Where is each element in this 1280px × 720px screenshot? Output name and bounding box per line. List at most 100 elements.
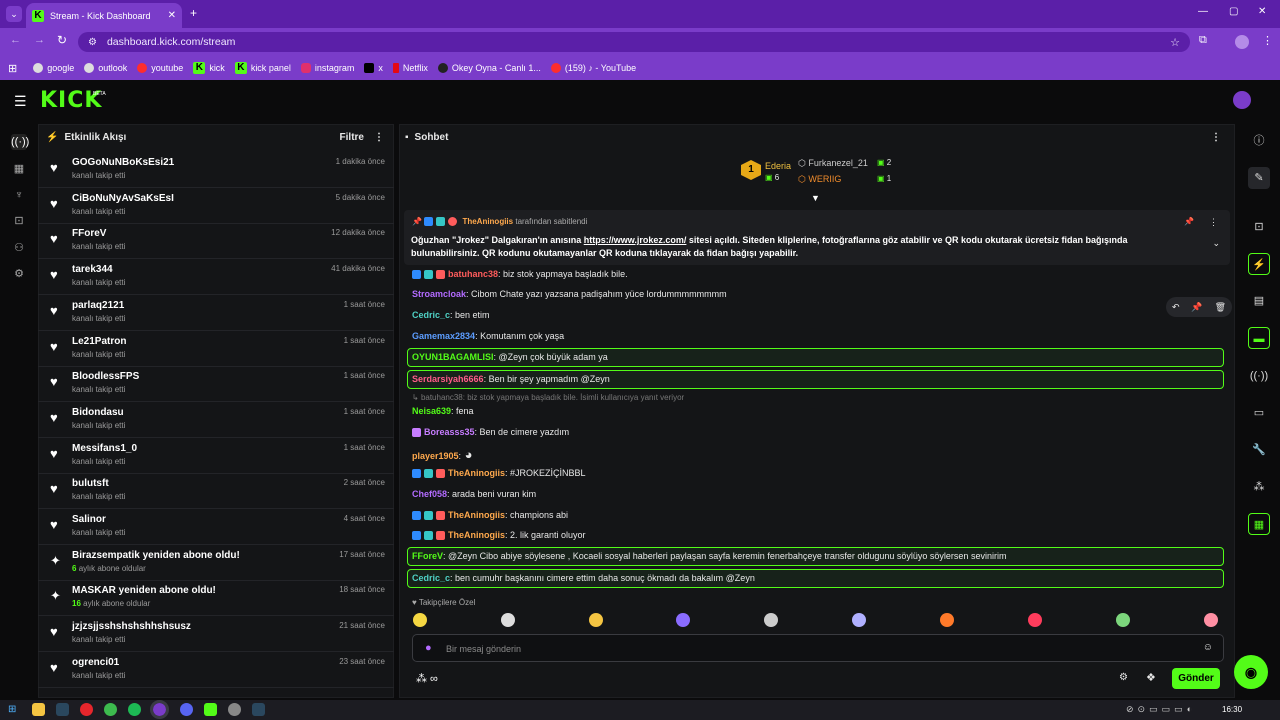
chat-message[interactable]: batuhanc38: biz stok yapmaya başladık bi… <box>412 269 628 280</box>
browser-tab[interactable]: K Stream - Kick Dashboard ✕ <box>26 3 182 28</box>
activity-user[interactable]: Le21Patron <box>72 336 126 347</box>
forward-arrow-icon[interactable]: → <box>34 34 45 46</box>
activity-user[interactable]: BloodlessFPS <box>72 371 139 382</box>
chat-message[interactable]: FForeV: @Zeyn Cibo abiye söylesene , Koc… <box>412 551 1006 561</box>
chrome-active-icon[interactable] <box>150 700 169 719</box>
activity-item[interactable]: ♥ jzjzsjjsshshshshhshsusz kanalı takip ett… <box>38 616 394 653</box>
back-arrow-icon[interactable]: ← <box>10 34 21 46</box>
chat-message[interactable]: Boreasss35: Ben de cimere yazdım <box>412 427 569 438</box>
expand-chevron-icon[interactable]: ⌄ <box>1212 238 1220 249</box>
notes-icon[interactable]: ▤ <box>1248 290 1270 312</box>
layout-icon[interactable]: ▭ <box>1248 402 1270 424</box>
chat-message[interactable]: Neisa639: fena <box>412 406 474 416</box>
chat-username[interactable]: Cedric_c <box>412 310 450 320</box>
activity-user[interactable]: bulutsft <box>72 478 109 489</box>
url-bar[interactable]: ⚙ dashboard.kick.com/stream ☆ <box>78 32 1190 52</box>
leader-second[interactable]: ⬡ Furkanezel_21 <box>798 158 868 169</box>
unpin-icon[interactable]: 📌 <box>1184 217 1194 226</box>
chat-username[interactable]: TheAninogiis <box>448 510 505 520</box>
bookmark-okey[interactable]: Okey Oyna - Canlı 1... <box>437 63 541 73</box>
chat-username[interactable]: OYUN1BAGAMLISI <box>412 352 494 362</box>
emote-icon[interactable] <box>940 613 954 627</box>
chat-username[interactable]: Stroamcloak <box>412 289 466 299</box>
chat-message[interactable]: Serdarsiyah6666: Ben bir şey yapmadım @Z… <box>412 374 610 384</box>
settings-icon[interactable]: ⚙ <box>11 266 27 282</box>
activity-item[interactable]: ♥ bulutsft kanalı takip etti 2 saat önce <box>38 473 394 510</box>
activity-user[interactable]: parlaq2121 <box>72 300 124 311</box>
chat-message[interactable]: Gamemax2834: Komutanım çok yaşa <box>412 331 564 341</box>
apps-grid-icon[interactable]: ⊞ <box>8 62 17 75</box>
chat-message[interactable]: Chef058: arada beni vuran kim <box>412 489 536 499</box>
extensions-icon[interactable]: ⧉ <box>1199 34 1207 47</box>
chat-username[interactable]: Boreasss35 <box>424 427 475 437</box>
maximize-button[interactable]: ▢ <box>1229 6 1238 17</box>
chat-message[interactable]: Cedric_c: ben cumuhr başkanını cimere et… <box>412 573 755 583</box>
activity-user[interactable]: Messifans1_0 <box>72 443 137 454</box>
collapse-arrow-icon[interactable]: ▼ <box>811 193 820 203</box>
info-icon[interactable]: ⓘ <box>1248 130 1270 152</box>
chat-username[interactable]: Chef058 <box>412 489 447 499</box>
bookmark-outlook[interactable]: outlook <box>84 63 127 73</box>
site-info-icon[interactable]: ⚙ <box>88 37 97 48</box>
emote-icon[interactable] <box>852 613 866 627</box>
send-button[interactable]: Gönder <box>1172 668 1220 689</box>
file-explorer-icon[interactable] <box>32 703 45 716</box>
system-tray-icons[interactable]: ⊘⊙▭▭▭◐ <box>1126 704 1196 715</box>
bookmark-netflix[interactable]: Netflix <box>392 63 428 73</box>
spotify-icon[interactable] <box>128 703 141 716</box>
chat-message[interactable]: player1905: ◕ <box>412 447 473 462</box>
hamburger-menu-icon[interactable]: ☰ <box>14 93 27 110</box>
new-tab-button[interactable]: + <box>190 6 197 20</box>
chat-username[interactable]: Cedric_c <box>412 573 450 583</box>
activity-item[interactable]: ♥ GOGoNuNBoKsEsi21 kanalı takip etti 1 daki… <box>38 152 394 188</box>
filter-button[interactable]: Filtre <box>340 132 364 143</box>
chat-username[interactable]: player1905 <box>412 451 459 461</box>
points-icon[interactable]: ⁂ ∞ <box>416 672 438 685</box>
emote-icon[interactable] <box>764 613 778 627</box>
chat-username[interactable]: Gamemax2834 <box>412 331 475 341</box>
wrench-icon[interactable]: 🔧 <box>1248 439 1270 461</box>
activity-user[interactable]: Salinor <box>72 514 106 525</box>
bookmark-youtube[interactable]: youtube <box>137 63 183 73</box>
activity-item[interactable]: ♥ Salinor kanalı takip etti 4 saat önce <box>38 509 394 545</box>
chat-username[interactable]: Serdarsiyah6666 <box>412 374 484 384</box>
leader-first-name[interactable]: Ederia <box>765 161 791 171</box>
moderation-icon[interactable]: ⊡ <box>11 213 27 229</box>
support-chat-button[interactable]: ◉ <box>1234 655 1268 689</box>
activity-item[interactable]: ♥ FForeV kanalı takip etti 12 dakika önce <box>38 223 394 260</box>
chat-input[interactable]: ● Bir mesaj gönderin ☺ <box>412 634 1224 662</box>
gift-button-icon[interactable]: ❖ <box>1146 671 1156 684</box>
pinned-author[interactable]: TheAninogiis <box>462 217 513 226</box>
analytics-icon[interactable]: ▦ <box>11 161 27 177</box>
tab-close-icon[interactable]: ✕ <box>168 10 176 21</box>
activity-item[interactable]: ♥ ogrenci01 kanalı takip etti 23 saat önce <box>38 652 394 688</box>
activity-user[interactable]: MASKAR yeniden abone oldu! <box>72 585 216 596</box>
activity-user[interactable]: GOGoNuNBoKsEsi21 <box>72 157 174 168</box>
chat-message[interactable]: Cedric_c: ben etim <box>412 310 490 320</box>
bookmark-kick-panel[interactable]: Kkick panel <box>234 62 291 74</box>
chat-username[interactable]: FForeV <box>412 551 443 561</box>
tab-search-button[interactable]: ⌄ <box>6 6 22 22</box>
reload-icon[interactable]: ↻ <box>57 33 67 47</box>
activity-user[interactable]: tarek344 <box>72 264 113 275</box>
reply-context[interactable]: ↳ batuhanc38: biz stok yapmaya başladık … <box>412 393 684 402</box>
activity-item[interactable]: ♥ BloodlessFPS kanalı takip etti 1 saat önc… <box>38 366 394 403</box>
kick-app-icon[interactable] <box>204 703 217 716</box>
pinned-more-icon[interactable]: ⋮ <box>1209 217 1218 228</box>
activity-more-icon[interactable]: ⋮ <box>374 132 384 143</box>
clip-icon[interactable]: ▦ <box>1248 513 1270 535</box>
chat-message[interactable]: OYUN1BAGAMLISI: @Zeyn çok büyük adam ya <box>412 352 608 362</box>
emote-icon[interactable] <box>1028 613 1042 627</box>
chrome-icon[interactable] <box>104 703 117 716</box>
pinned-link[interactable]: https://www.jrokez.com/ <box>584 235 687 245</box>
windows-start-icon[interactable]: ⊞ <box>8 704 16 715</box>
delete-icon[interactable]: 🗑 <box>1215 302 1226 313</box>
bookmark-star-icon[interactable]: ☆ <box>1170 36 1180 49</box>
chat-username[interactable]: TheAninogiis <box>448 530 505 540</box>
mod-tools-icon[interactable]: ⊡ <box>1248 216 1270 238</box>
chat-settings-icon[interactable]: ⚙ <box>1119 672 1128 683</box>
close-window-button[interactable]: ✕ <box>1258 6 1266 17</box>
activity-item[interactable]: ♥ Messifans1_0 kanalı takip etti 1 saat önc… <box>38 438 394 474</box>
emote-icon[interactable] <box>501 613 515 627</box>
chat-message[interactable]: TheAninogiis: #JROKEZİÇİNBBL <box>412 468 586 479</box>
